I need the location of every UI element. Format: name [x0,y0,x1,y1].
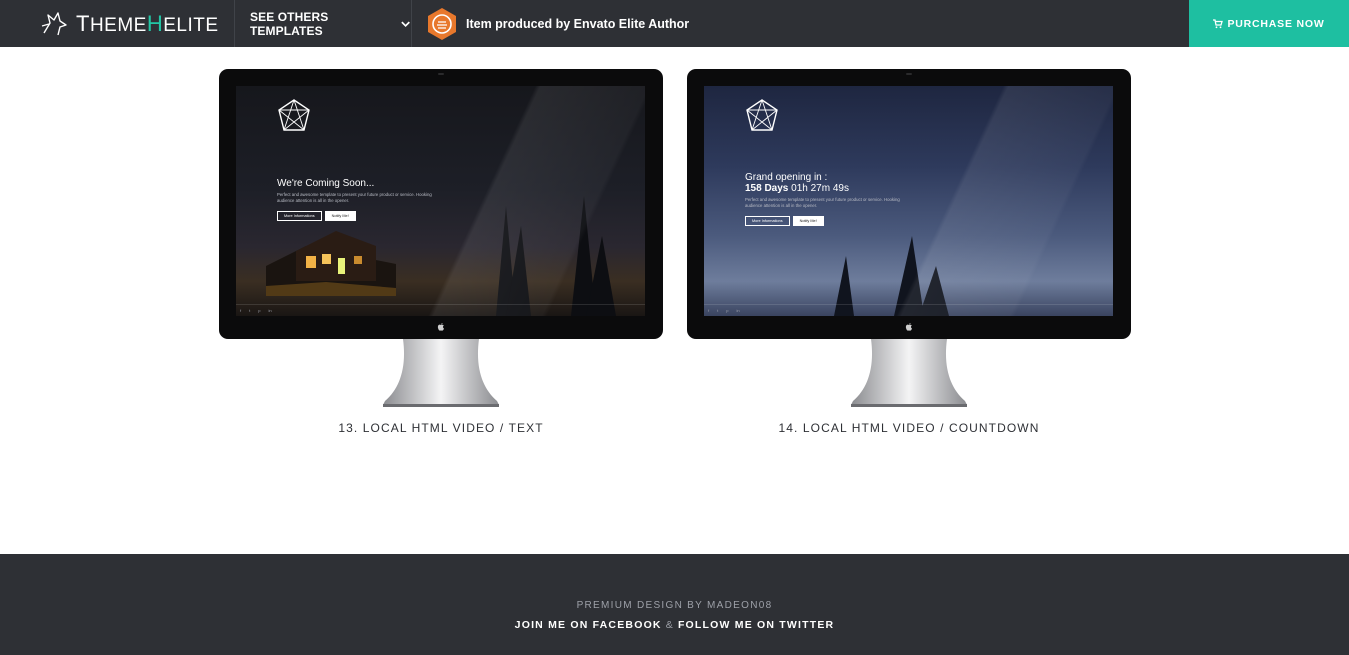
screen-preview: We're Coming Soon... Perfect and awesome… [236,86,645,316]
envato-label: Item produced by Envato Elite Author [466,16,690,31]
geometric-logo-icon [278,99,310,131]
screen-title: Grand opening in : [745,172,828,183]
top-bar: THEMEHELITE SEE OTHERS TEMPLATES Item pr… [0,0,1349,47]
screen-preview: Grand opening in : 158 Days 01h 27m 49s … [704,86,1113,316]
brand-logo[interactable]: THEMEHELITE [0,0,234,47]
template-card[interactable]: Grand opening in : 158 Days 01h 27m 49s … [687,69,1131,435]
monitor-preview[interactable]: Grand opening in : 158 Days 01h 27m 49s … [687,69,1131,339]
monitor-stand [851,339,967,407]
footer-social-links: JOIN ME ON FACEBOOK & FOLLOW ME ON TWITTER [0,619,1349,631]
template-caption[interactable]: 14. LOCAL HTML VIDEO / COUNTDOWN [687,421,1131,435]
brand-h: H [146,10,164,36]
brand-elite: ELITE [163,14,219,36]
twitter-icon: t [717,308,719,313]
screen-more-info-button: More Informations [277,211,322,221]
envato-badge-icon [428,7,456,40]
cart-icon [1213,18,1224,28]
linkedin-icon: in [736,308,740,313]
screen-buttons: More Informations Notify Me! [745,216,824,226]
twitter-link[interactable]: FOLLOW ME ON TWITTER [678,619,834,631]
see-templates-label: SEE OTHERS TEMPLATES [250,9,329,38]
template-card[interactable]: We're Coming Soon... Perfect and awesome… [219,69,663,435]
screen-subtitle: Perfect and awesome template to present … [745,197,900,208]
facebook-icon: f [240,308,242,313]
template-caption[interactable]: 13. LOCAL HTML VIDEO / TEXT [219,421,663,435]
countdown-time: 01h 27m 49s [791,183,849,194]
apple-icon [905,323,912,331]
pinterest-icon: p [726,308,729,313]
brand-t: T [76,10,90,36]
facebook-icon: f [708,308,710,313]
screen-more-info-button: More Informations [745,216,790,226]
chevron-down-icon [401,21,410,27]
geometric-logo-icon [746,99,778,131]
screen-countdown: 158 Days 01h 27m 49s [745,183,849,194]
apple-icon [437,323,444,331]
envato-elite-badge: Item produced by Envato Elite Author [412,0,689,47]
monitor-stand [383,339,499,407]
footer-credit: PREMIUM DESIGN BY MADEON08 [576,600,773,611]
facebook-link[interactable]: JOIN ME ON FACEBOOK [515,619,662,631]
wolf-logo-icon [41,11,67,35]
screen-footer: f t p in [236,304,645,316]
screen-footer: f t p in [704,304,1113,316]
countdown-days: 158 Days [745,183,789,194]
screen-title: We're Coming Soon... [277,178,375,189]
brand-name: THEMEHELITE [76,11,219,37]
purchase-label: PURCHASE NOW [1227,17,1325,30]
monitor-preview[interactable]: We're Coming Soon... Perfect and awesome… [219,69,663,339]
footer-ampersand: & [665,619,674,631]
monitor-camera [906,73,912,75]
linkedin-icon: in [268,308,272,313]
screen-subtitle: Perfect and awesome template to present … [277,192,432,203]
screen-notify-button: Notify Me! [324,211,356,221]
pinterest-icon: p [258,308,261,313]
screen-buttons: More Informations Notify Me! [277,211,356,221]
purchase-now-button[interactable]: PURCHASE NOW [1189,0,1349,47]
see-templates-dropdown[interactable]: SEE OTHERS TEMPLATES [235,0,411,47]
twitter-icon: t [249,308,251,313]
monitor-camera [438,73,444,75]
brand-heme: HEME [89,14,147,36]
footer: PREMIUM DESIGN BY MADEON08 JOIN ME ON FA… [0,554,1349,655]
screen-notify-button: Notify Me! [792,216,824,226]
